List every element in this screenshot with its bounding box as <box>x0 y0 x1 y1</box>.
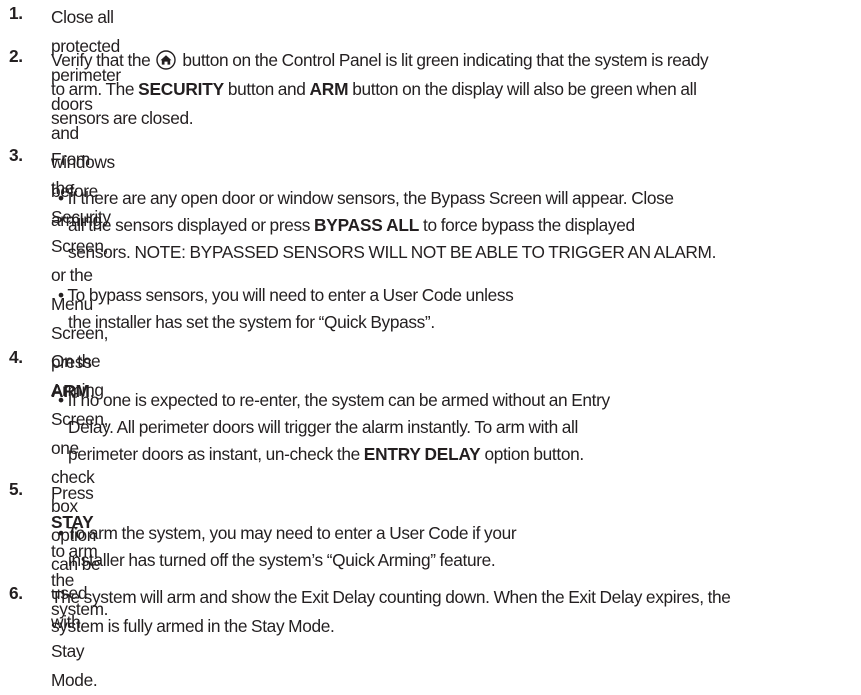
bullet-bypass-screen: • If there are any open door or window s… <box>58 188 717 262</box>
step-text: The system will arm and show the Exit De… <box>51 587 731 636</box>
step-number: 2. <box>9 46 23 66</box>
step-text: Verify that the button on the Control Pa… <box>51 46 861 133</box>
step-number: 1. <box>9 3 23 23</box>
step-number: 4. <box>9 347 23 367</box>
step-line: to arm. The SECURITY button and ARM butt… <box>51 79 697 99</box>
step-line: sensors are closed. <box>51 108 194 128</box>
step-number: 6. <box>9 583 23 603</box>
bullet-entry-delay: • If no one is expected to re-enter, the… <box>58 390 610 464</box>
bullet-bypass-user-code: • To bypass sensors, you will need to en… <box>58 285 514 332</box>
home-button-icon <box>156 50 177 70</box>
bullet-quick-arming: • To arm the system, you may need to ent… <box>58 523 517 570</box>
step-line: Verify that the button on the Control Pa… <box>51 50 709 70</box>
step-number: 3. <box>9 145 23 165</box>
step-number: 5. <box>9 479 23 499</box>
